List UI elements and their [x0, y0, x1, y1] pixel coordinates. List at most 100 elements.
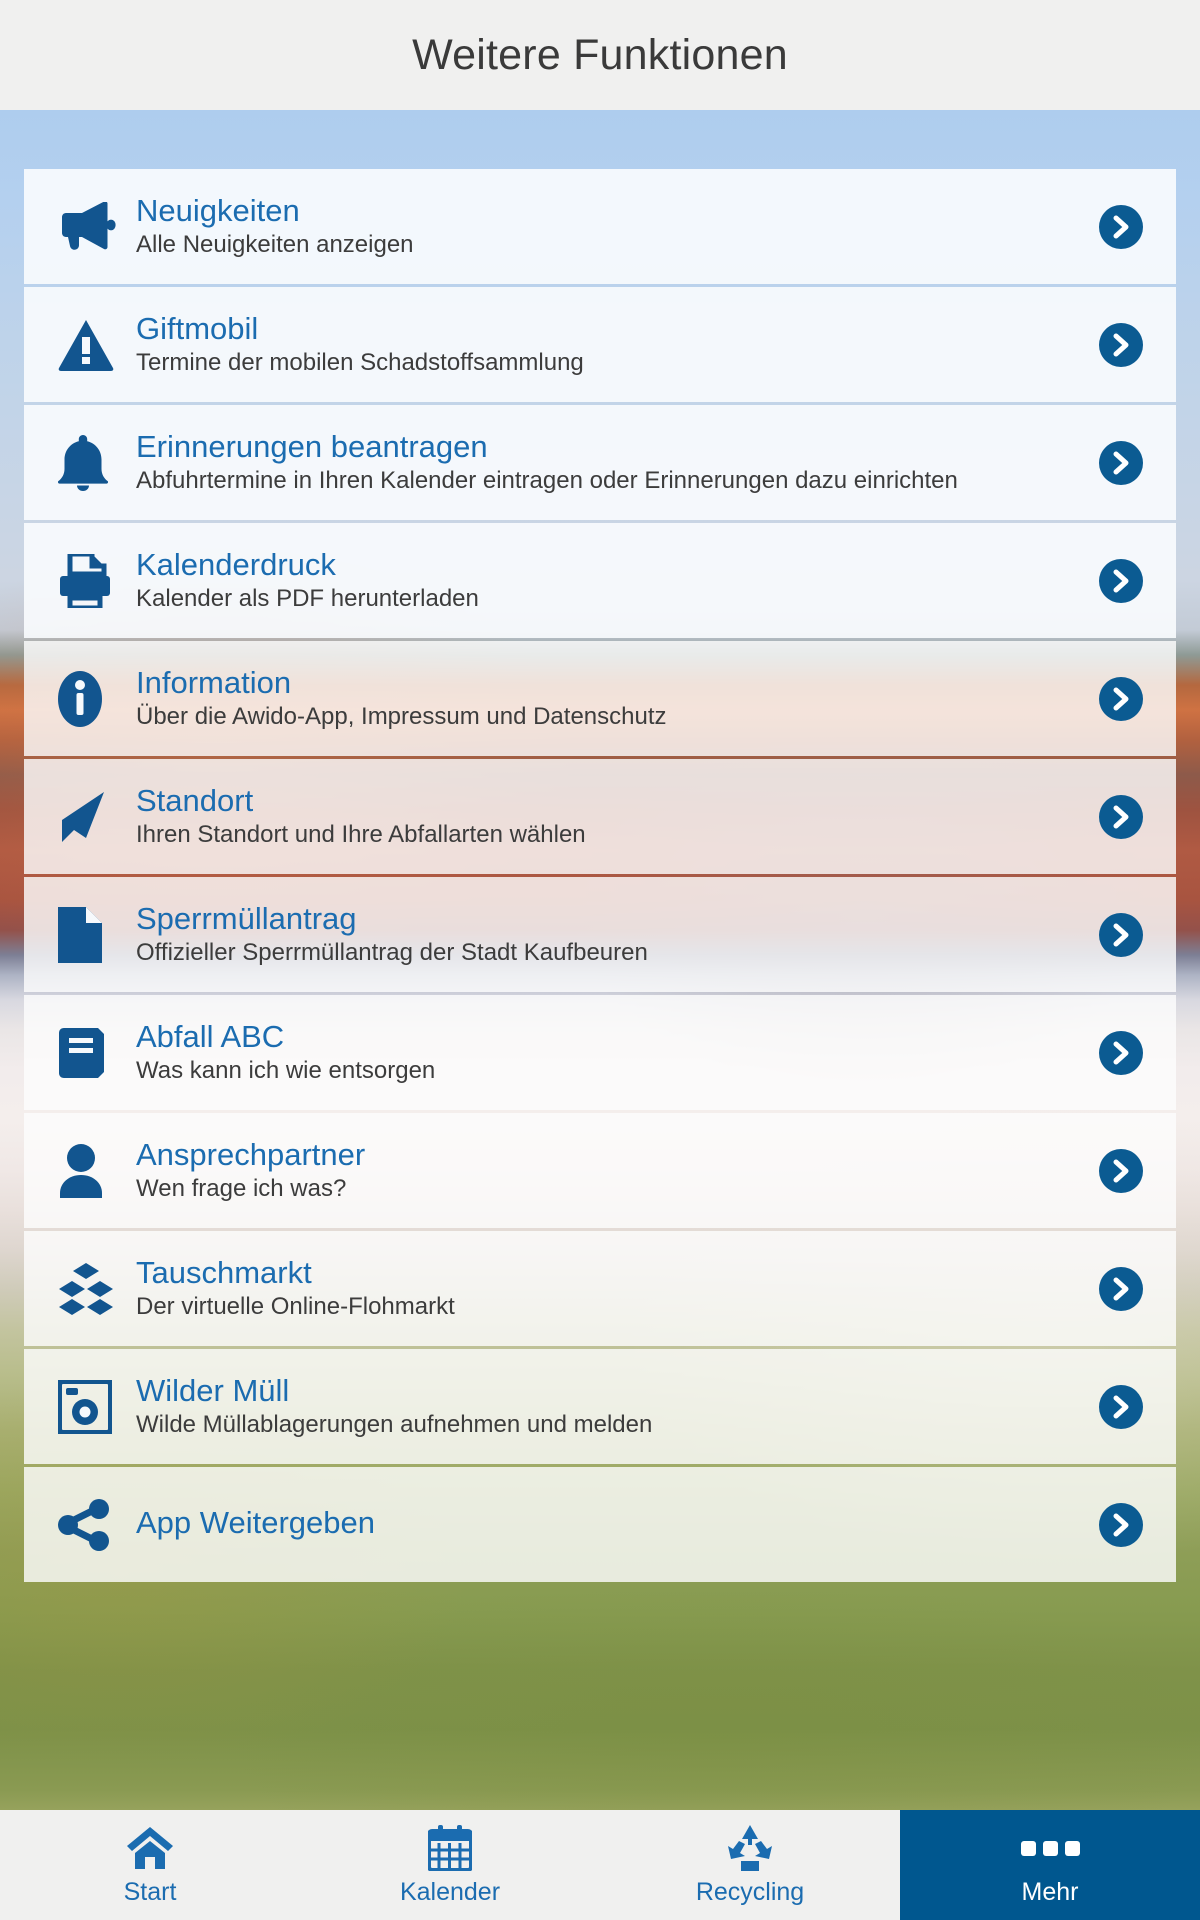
chevron-right-icon — [1099, 322, 1143, 367]
page-title: Weitere Funktionen — [412, 30, 788, 79]
list-item-sperrmuellantrag[interactable]: Sperrmüllantrag Offizieller Sperrmüllant… — [24, 877, 1176, 992]
megaphone-icon — [58, 201, 132, 252]
chevron-right-icon — [1099, 1502, 1143, 1547]
calendar-icon — [428, 1825, 472, 1871]
book-icon — [58, 1026, 132, 1080]
list-item-text: Abfall ABC Was kann ich wie entsorgen — [132, 1018, 1066, 1086]
list-item-app-weitergeben[interactable]: App Weitergeben — [24, 1467, 1176, 1582]
list-item-abfall-abc[interactable]: Abfall ABC Was kann ich wie entsorgen — [24, 995, 1176, 1110]
info-circle-icon — [58, 670, 132, 727]
list-item-subtitle: Über die Awido-App, Impressum und Datens… — [136, 703, 667, 731]
list-item-erinnerungen-beantragen[interactable]: Erinnerungen beantragen Abfuhrtermine in… — [24, 405, 1176, 520]
list-item-title: Neuigkeiten — [136, 192, 300, 228]
list-item-subtitle: Alle Neuigkeiten anzeigen — [136, 231, 414, 259]
share-icon — [58, 1498, 132, 1551]
list-item-information[interactable]: Information Über die Awido-App, Impressu… — [24, 641, 1176, 756]
tab-label: Recycling — [695, 1878, 805, 1906]
list-item-subtitle: Wilde Müllablagerungen aufnehmen und mel… — [136, 1411, 653, 1439]
boxes-icon — [58, 1262, 132, 1316]
warning-triangle-icon — [58, 319, 132, 371]
chevron-right-icon — [1099, 558, 1143, 603]
list-item-title: App Weitergeben — [136, 1504, 375, 1540]
chevron-right-button[interactable] — [1066, 440, 1176, 485]
chevron-right-button[interactable] — [1066, 1266, 1176, 1311]
chevron-right-button[interactable] — [1066, 1148, 1176, 1193]
dots-icon — [1020, 1825, 1080, 1871]
list-item-standort[interactable]: Standort Ihren Standort und Ihre Abfalla… — [24, 759, 1176, 874]
list-item-text: Information Über die Awido-App, Impressu… — [132, 664, 1066, 732]
bottom-tab-bar[interactable]: Start Kalender Recycling Mehr — [0, 1810, 1200, 1920]
list-item-neuigkeiten[interactable]: Neuigkeiten Alle Neuigkeiten anzeigen — [24, 169, 1176, 284]
list-item-tauschmarkt[interactable]: Tauschmarkt Der virtuelle Online-Flohmar… — [24, 1231, 1176, 1346]
list-item-text: Tauschmarkt Der virtuelle Online-Flohmar… — [132, 1254, 1066, 1322]
person-icon — [58, 1143, 132, 1198]
home-icon — [126, 1825, 174, 1871]
chevron-right-button[interactable] — [1066, 322, 1176, 367]
list-item-subtitle: Der virtuelle Online-Flohmarkt — [136, 1293, 455, 1321]
list-item-text: Erinnerungen beantragen Abfuhrtermine in… — [132, 428, 1066, 496]
chevron-right-button[interactable] — [1066, 558, 1176, 603]
tab-kalender[interactable]: Kalender — [300, 1810, 600, 1920]
recycling-icon — [727, 1825, 773, 1871]
list-item-text: Ansprechpartner Wen frage ich was? — [132, 1136, 1066, 1204]
functions-list[interactable]: Neuigkeiten Alle Neuigkeiten anzeigen Gi… — [0, 110, 1200, 1810]
tab-recycling[interactable]: Recycling — [600, 1810, 900, 1920]
list-item-subtitle: Abfuhrtermine in Ihren Kalender eintrage… — [136, 467, 958, 495]
list-item-subtitle: Wen frage ich was? — [136, 1175, 347, 1203]
list-item-text: Wilder Müll Wilde Müllablagerungen aufne… — [132, 1372, 1066, 1440]
bell-icon — [58, 434, 132, 491]
list-item-title: Erinnerungen beantragen — [136, 428, 488, 464]
list-item-text: Neuigkeiten Alle Neuigkeiten anzeigen — [132, 192, 1066, 260]
tab-mehr[interactable]: Mehr — [900, 1810, 1200, 1920]
chevron-right-icon — [1099, 912, 1143, 957]
chevron-right-button[interactable] — [1066, 794, 1176, 839]
list-item-title: Standort — [136, 782, 254, 818]
chevron-right-icon — [1099, 1384, 1143, 1429]
list-item-ansprechpartner[interactable]: Ansprechpartner Wen frage ich was? — [24, 1113, 1176, 1228]
list-item-wilder-muell[interactable]: Wilder Müll Wilde Müllablagerungen aufne… — [24, 1349, 1176, 1464]
chevron-right-button[interactable] — [1066, 1030, 1176, 1075]
chevron-right-icon — [1099, 1148, 1143, 1193]
navigation-arrow-icon — [58, 790, 132, 844]
list-item-title: Sperrmüllantrag — [136, 900, 357, 936]
list-item-title: Kalenderdruck — [136, 546, 336, 582]
chevron-right-icon — [1099, 440, 1143, 485]
chevron-right-button[interactable] — [1066, 912, 1176, 957]
chevron-right-button[interactable] — [1066, 1502, 1176, 1547]
tab-label: Start — [123, 1878, 177, 1906]
list-item-giftmobil[interactable]: Giftmobil Termine der mobilen Schadstoff… — [24, 287, 1176, 402]
chevron-right-button[interactable] — [1066, 676, 1176, 721]
tab-start[interactable]: Start — [0, 1810, 300, 1920]
chevron-right-icon — [1099, 794, 1143, 839]
tab-label: Mehr — [1021, 1878, 1079, 1906]
chevron-right-button[interactable] — [1066, 1384, 1176, 1429]
list-item-title: Giftmobil — [136, 310, 259, 346]
list-item-text: Standort Ihren Standort und Ihre Abfalla… — [132, 782, 1066, 850]
list-item-text: App Weitergeben — [132, 1504, 1066, 1544]
list-item-title: Abfall ABC — [136, 1018, 285, 1054]
list-item-text: Sperrmüllantrag Offizieller Sperrmüllant… — [132, 900, 1066, 968]
list-item-text: Kalenderdruck Kalender als PDF herunterl… — [132, 546, 1066, 614]
list-item-subtitle: Was kann ich wie entsorgen — [136, 1057, 436, 1085]
chevron-right-icon — [1099, 1030, 1143, 1075]
list-item-text: Giftmobil Termine der mobilen Schadstoff… — [132, 310, 1066, 378]
chevron-right-button[interactable] — [1066, 204, 1176, 249]
list-item-title: Tauschmarkt — [136, 1254, 312, 1290]
list-item-subtitle: Kalender als PDF herunterladen — [136, 585, 479, 613]
chevron-right-icon — [1099, 1266, 1143, 1311]
printer-icon — [58, 553, 132, 608]
list-item-subtitle: Offizieller Sperrmüllantrag der Stadt Ka… — [136, 939, 648, 967]
document-icon — [58, 906, 132, 963]
list-item-subtitle: Ihren Standort und Ihre Abfallarten wähl… — [136, 821, 586, 849]
list-item-kalenderdruck[interactable]: Kalenderdruck Kalender als PDF herunterl… — [24, 523, 1176, 638]
camera-icon — [58, 1379, 132, 1434]
chevron-right-icon — [1099, 204, 1143, 249]
list-item-title: Information — [136, 664, 292, 700]
chevron-right-icon — [1099, 676, 1143, 721]
list-item-title: Wilder Müll — [136, 1372, 290, 1408]
app-root: Weitere Funktionen Neuigkeiten Alle Neui… — [0, 0, 1200, 1920]
list-item-title: Ansprechpartner — [136, 1136, 366, 1172]
tab-label: Kalender — [399, 1878, 501, 1906]
list-item-subtitle: Termine der mobilen Schadstoffsammlung — [136, 349, 584, 377]
app-header: Weitere Funktionen — [0, 0, 1200, 110]
